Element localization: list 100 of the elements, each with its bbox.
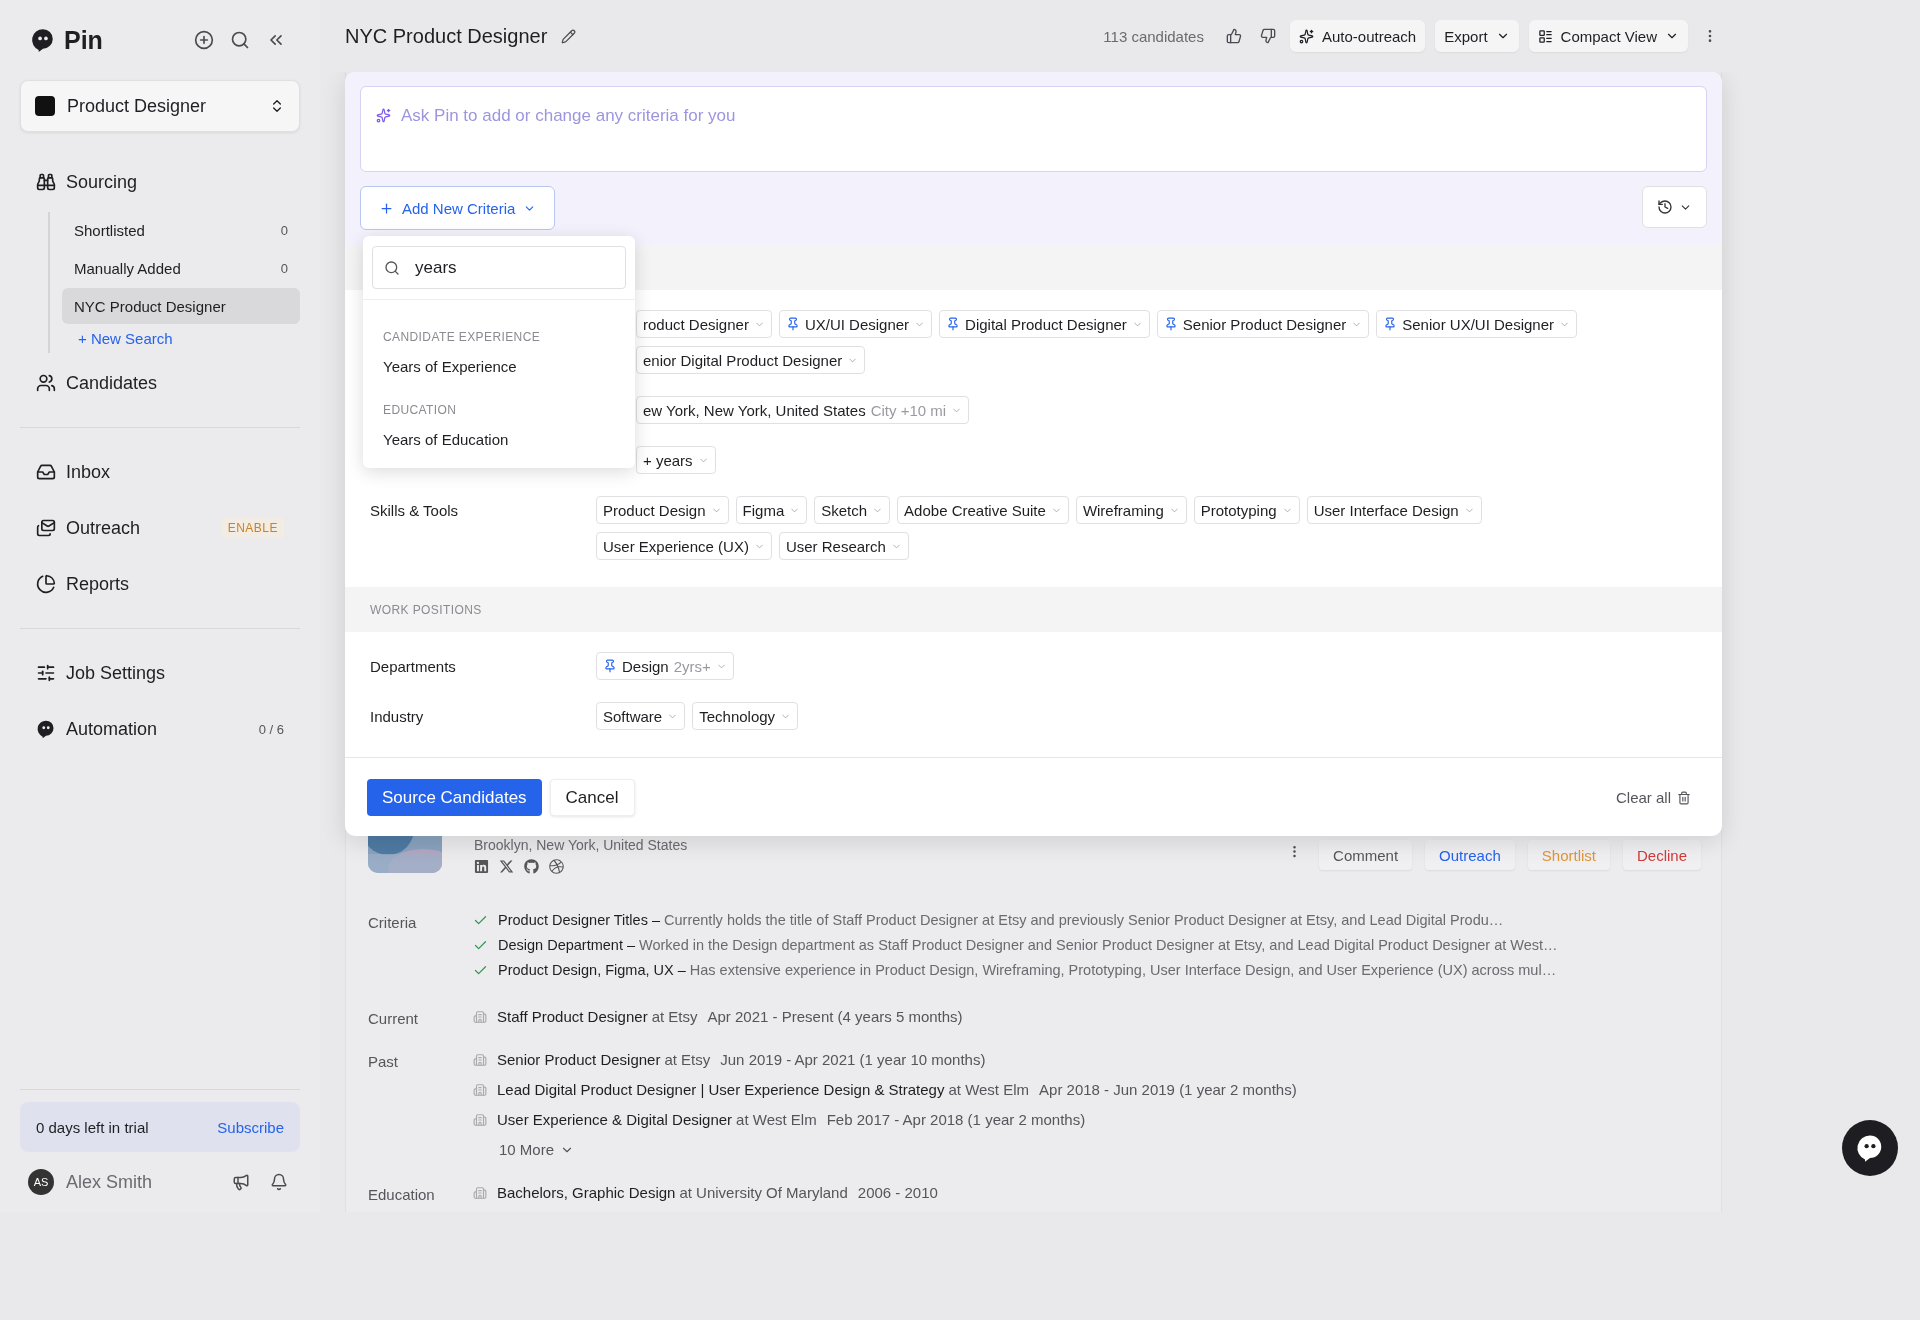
dropdown-group-heading: CANDIDATE EXPERIENCE xyxy=(383,330,542,344)
nav-item[interactable]: Reports xyxy=(20,558,300,610)
nav-item[interactable]: Sourcing xyxy=(20,156,300,208)
criteria-chip[interactable]: User Research xyxy=(778,532,909,560)
criteria-chip[interactable]: ew York, New York, United States City +10 mi xyxy=(636,396,970,424)
candidate-action-button[interactable]: Comment xyxy=(1319,840,1413,870)
criteria-chip[interactable]: enior Digital Product Designer xyxy=(636,346,866,374)
count-label: 0 / 6 xyxy=(258,721,284,737)
sidebar-item[interactable]: Manually Added 0 xyxy=(62,250,300,286)
toolbar-button[interactable]: Export xyxy=(1435,20,1519,52)
dropdown-option[interactable]: Years of Education xyxy=(383,431,615,448)
pie-chart-icon xyxy=(36,574,56,594)
criteria-label: Departments xyxy=(370,657,457,677)
job-title: Lead Digital Product Designer | User Experience Design & Strategy xyxy=(497,1081,945,1098)
chat-bubble-icon xyxy=(36,719,56,739)
job-title: Staff Product Designer xyxy=(497,1008,648,1025)
criteria-chip[interactable]: Product Design xyxy=(596,496,729,524)
criteria-chip[interactable]: Senior Product Designer xyxy=(1156,310,1370,338)
criteria-label: Skills & Tools xyxy=(370,501,460,521)
mail-stack-icon xyxy=(36,518,56,538)
history-button[interactable] xyxy=(1642,186,1707,228)
job-dates: Jun 2019 - Apr 2021 (1 year 10 months) xyxy=(720,1051,986,1068)
job-title: Bachelors, Graphic Design xyxy=(497,1184,676,1201)
sidebar-item[interactable]: NYC Product Designer xyxy=(62,288,300,324)
subscribe-link[interactable]: Subscribe xyxy=(217,1118,284,1136)
criteria-chip[interactable]: Sketch xyxy=(814,496,891,524)
criteria-chip[interactable]: Design 2yrs+ xyxy=(596,652,734,680)
dropdown-option[interactable]: Years of Experience xyxy=(383,358,615,375)
cancel-button[interactable]: Cancel xyxy=(549,779,635,816)
user-avatar: AS xyxy=(28,1169,54,1195)
section-heading: WORK POSITIONS xyxy=(370,602,482,617)
new-search-link[interactable]: + New Search xyxy=(62,326,300,353)
github-icon[interactable] xyxy=(524,859,539,874)
add-criteria-button[interactable]: Add New Criteria xyxy=(360,186,556,230)
criteria-chip[interactable]: Wireframing xyxy=(1075,496,1187,524)
candidate-action-button[interactable]: Outreach xyxy=(1425,840,1515,870)
pin-icon xyxy=(603,659,617,673)
sliders-icon xyxy=(36,663,56,683)
dropdown-search-field[interactable]: years xyxy=(372,246,626,289)
toolbar-button[interactable]: Compact View xyxy=(1528,20,1688,52)
criteria-chip[interactable]: roduct Designer xyxy=(636,310,772,338)
candidate-action-button[interactable]: Decline xyxy=(1622,840,1701,870)
nav-item[interactable]: Candidates xyxy=(20,357,300,409)
sparkle-icon xyxy=(376,108,391,123)
criteria-chip[interactable]: Prototyping xyxy=(1193,496,1300,524)
linkedin-icon[interactable] xyxy=(474,859,489,874)
list-icon xyxy=(1537,28,1553,44)
job-selector[interactable]: Product Designer xyxy=(20,80,300,132)
sidebar-item[interactable]: Shortlisted 0 xyxy=(62,212,300,248)
criteria-chip[interactable]: User Experience (UX) xyxy=(596,532,772,560)
criteria-chip[interactable]: Software xyxy=(596,702,686,730)
criteria-chip[interactable]: Technology xyxy=(692,702,799,730)
inbox-icon xyxy=(36,462,56,482)
criteria-chip[interactable]: Digital Product Designer xyxy=(939,310,1150,338)
nav-item[interactable]: Job Settings xyxy=(20,647,300,699)
job-title: User Experience & Digital Designer xyxy=(497,1111,733,1128)
clear-all-button[interactable]: Clear all xyxy=(1609,788,1697,807)
user-name: Alex Smith xyxy=(66,1171,154,1193)
toolbar-button[interactable]: Auto-outreach xyxy=(1289,20,1426,52)
company-name: at West Elm xyxy=(948,1081,1030,1098)
job-dates: Apr 2018 - Jun 2019 (1 year 2 months) xyxy=(1039,1081,1297,1098)
candidate-location: Brooklyn, New York, United States xyxy=(474,837,689,853)
company-name: at West Elm xyxy=(736,1111,817,1128)
source-candidates-button[interactable]: Source Candidates xyxy=(367,779,542,816)
building-icon xyxy=(473,1185,487,1200)
job-dates: Feb 2017 - Apr 2018 (1 year 2 months) xyxy=(826,1111,1086,1128)
company-name: at Etsy xyxy=(664,1051,711,1068)
criteria-chip[interactable]: User Interface Design xyxy=(1306,496,1482,524)
trial-text: 0 days left in trial xyxy=(36,1118,149,1136)
people-icon xyxy=(36,373,56,393)
nav-item[interactable]: Outreach ENABLE xyxy=(20,502,300,554)
criteria-chip[interactable]: UX/UI Designer xyxy=(778,310,933,338)
section-label: Current xyxy=(368,1009,420,1027)
criteria-chip[interactable]: Senior UX/UI Designer xyxy=(1376,310,1577,338)
dropdown-group-heading: EDUCATION xyxy=(383,403,458,417)
show-more-button[interactable]: 10 More xyxy=(473,1141,575,1158)
page-title: NYC Product Designer xyxy=(345,24,548,48)
criteria-chip[interactable]: Figma xyxy=(735,496,808,524)
sparkle-icon xyxy=(1298,28,1314,44)
criteria-summary: Design Department – Worked in the Design department as Staff Product Designer and Senior Product Designer at Etsy, and Lead Digital Product Designer at West… xyxy=(498,937,1558,953)
nav-item[interactable]: Automation 0 / 6 xyxy=(20,703,300,755)
prompt-field[interactable]: Ask Pin to add or change any criteria for you xyxy=(360,86,1707,172)
building-icon xyxy=(473,1052,487,1067)
job-dates: 2006 - 2010 xyxy=(857,1184,938,1201)
search-icon xyxy=(384,260,400,276)
building-icon xyxy=(473,1009,487,1024)
criteria-chip[interactable]: + years xyxy=(636,446,716,474)
chat-button[interactable] xyxy=(1842,1120,1898,1176)
criteria-summary: Product Designer Titles – Currently holds the title of Staff Product Designer at Etsy and previously Senior Product Designer at Etsy, and Lead Digital Produ… xyxy=(498,912,1504,928)
candidate-count: 113 candidates xyxy=(1103,27,1204,45)
binoculars-icon xyxy=(36,172,56,192)
criteria-chip[interactable]: Adobe Creative Suite xyxy=(897,496,1069,524)
enable-badge: ENABLE xyxy=(221,518,284,538)
x-icon[interactable] xyxy=(499,859,514,874)
dribbble-icon[interactable] xyxy=(549,859,564,874)
job-logo-icon xyxy=(35,96,55,116)
job-title: Senior Product Designer xyxy=(497,1051,661,1068)
company-name: at Etsy xyxy=(651,1008,698,1025)
pin-icon xyxy=(1383,317,1398,331)
nav-item[interactable]: Inbox xyxy=(20,446,300,498)
